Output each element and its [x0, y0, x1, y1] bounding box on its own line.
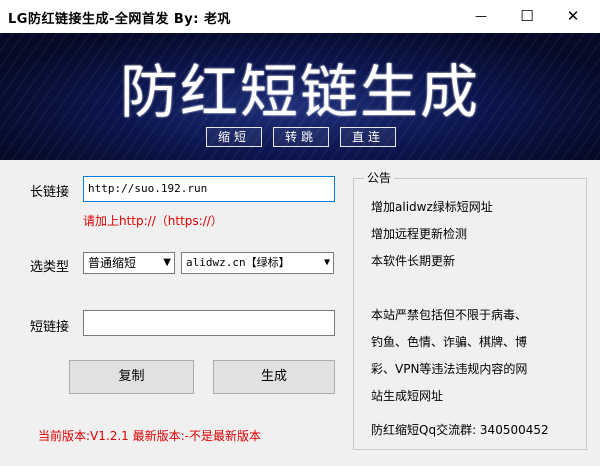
nav-shorten[interactable]: 缩短 — [206, 127, 262, 147]
domain-select-value: alidwz.cn【绿标】 — [186, 256, 290, 269]
title-bar: LG防红链接生成-全网首发 By: 老巩 — ☐ ✕ — [0, 0, 600, 33]
close-button[interactable]: ✕ — [550, 0, 596, 32]
notice-line: 增加远程更新检测 — [371, 227, 468, 241]
notice-line: 本站严禁包括但不限于病毒、 — [371, 308, 528, 322]
short-link-label: 短链接 — [30, 320, 70, 335]
banner: 防红短链生成 缩短 转跳 直连 — [0, 33, 600, 160]
url-hint: 请加上http://（https://） — [83, 214, 223, 228]
long-link-input[interactable]: http://suo.192.run — [83, 176, 335, 202]
nav-redirect[interactable]: 转跳 — [273, 127, 329, 147]
maximize-icon: ☐ — [520, 7, 534, 25]
notice-line: 站生成短网址 — [371, 389, 444, 403]
copy-button[interactable]: 复制 — [69, 360, 194, 394]
banner-headline: 防红短链生成 — [119, 58, 480, 126]
type-select[interactable]: 普通缩短 ▼ — [83, 252, 175, 274]
notice-line: 钓鱼、色情、诈骗、棋牌、博 — [371, 335, 528, 349]
notice-qq-group: 防红缩短Qq交流群: 340500452 — [371, 423, 549, 437]
domain-select[interactable]: alidwz.cn【绿标】 ▼ — [181, 252, 334, 274]
chevron-down-icon: ▼ — [323, 257, 330, 268]
version-status: 当前版本:V1.2.1 最新版本:-不是最新版本 — [38, 429, 261, 443]
type-select-value: 普通缩短 — [88, 256, 137, 270]
short-link-input[interactable] — [83, 310, 335, 336]
notice-title: 公告 — [364, 169, 395, 186]
minimize-button[interactable]: — — [458, 0, 504, 32]
window-title: LG防红链接生成-全网首发 By: 老巩 — [8, 12, 231, 27]
chevron-down-icon: ▼ — [163, 257, 171, 268]
type-label: 选类型 — [30, 260, 70, 275]
long-link-label: 长链接 — [30, 185, 70, 200]
notice-line: 本软件长期更新 — [371, 254, 456, 268]
notice-line: 增加alidwz绿标短网址 — [371, 200, 493, 214]
close-icon: ✕ — [566, 7, 580, 25]
nav-direct[interactable]: 直连 — [340, 127, 396, 147]
generate-button[interactable]: 生成 — [213, 360, 335, 394]
notice-line: 彩、VPN等违法违规内容的网 — [371, 362, 528, 376]
maximize-button[interactable]: ☐ — [504, 0, 550, 32]
minimize-icon: — — [475, 9, 487, 23]
